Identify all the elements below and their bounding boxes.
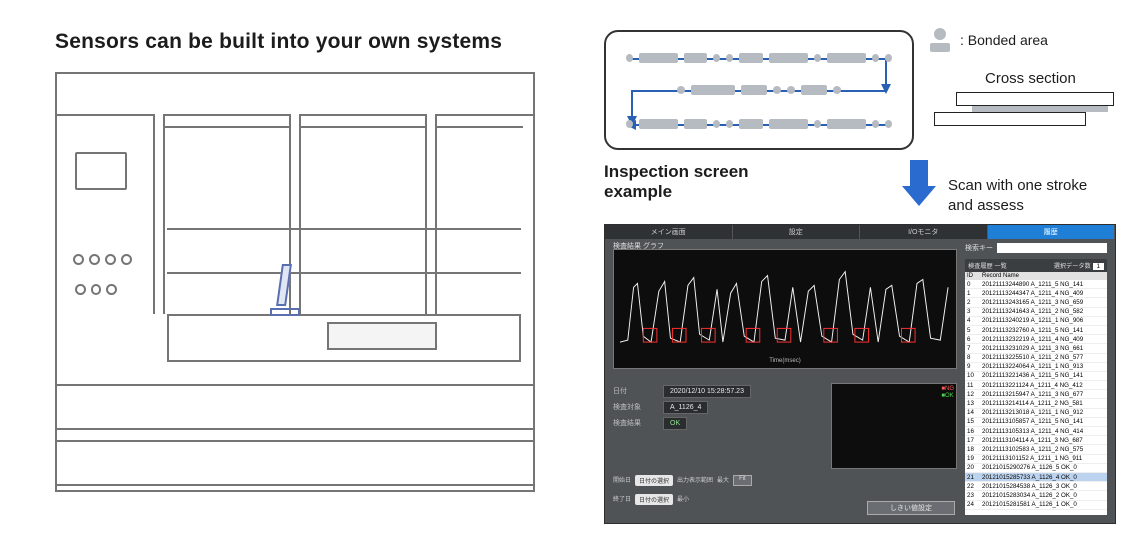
search-row: 検索キー [965,243,1107,253]
threshold-settings-button[interactable]: しきい値設定 [867,501,955,515]
target-value: A_1126_4 [663,401,708,414]
cross-section-diagram [934,92,1114,130]
list-row[interactable]: 920121113224064 A_1211_1 NG_913 [965,363,1107,372]
list-row[interactable]: 1420121113213018 A_1211_1 NG_912 [965,409,1107,418]
list-row[interactable]: 2320121015283034 A_1126_2 OK_0 [965,491,1107,500]
x-axis-label: Time(msec) [614,358,956,364]
inspection-meta: 日付2020/12/10 15:28:57.23 検査対象A_1126_4 検査… [613,383,823,431]
list-row[interactable]: 220121113243165 A_1211_3 NG_659 [965,298,1107,307]
bonded-area-icon [930,28,950,52]
tab-2[interactable]: I/Oモニタ [860,225,988,239]
down-arrow-icon [902,160,936,206]
list-row[interactable]: 720121113231029 A_1211_3 NG_661 [965,344,1107,353]
control-knobs-icon [75,284,117,302]
list-row[interactable]: 320121113241643 A_1211_2 NG_582 [965,308,1107,317]
list-row[interactable]: 1520121113105857 A_1211_5 NG_141 [965,418,1107,427]
fit-button-2[interactable]: Fit [733,475,752,486]
search-input[interactable] [997,243,1107,253]
page-title: Sensors can be built into your own syste… [55,30,570,54]
control-knobs-icon [73,254,133,272]
list-row[interactable]: 2220121015284538 A_1126_3 OK_0 [965,482,1107,491]
list-row[interactable]: 120121113244347 A_1211_4 NG_409 [965,289,1107,298]
tab-3[interactable]: 履歴 [988,225,1116,239]
list-row[interactable]: 420121113240219 A_1211_1 NG_906 [965,317,1107,326]
screen-tabs: メイン画面設定I/Oモニタ履歴 [605,225,1115,239]
list-row[interactable]: 620121113232219 A_1211_4 NG_409 [965,335,1107,344]
inspection-screen-label: Inspection screen example [604,162,749,202]
mini-chart: ■NG■OK [831,383,957,469]
robot-arm-icon [267,260,303,316]
history-list[interactable]: 検査履歴 一覧 選択データ数 1 ID Record Name 02012111… [965,259,1107,515]
legend-bonded-area: : Bonded area [930,28,1120,52]
hmi-panel-icon [75,152,127,190]
list-row[interactable]: 1020121113221436 A_1211_5 NG_141 [965,372,1107,381]
machine-illustration [55,72,535,492]
list-row[interactable]: 1220121113215947 A_1211_3 NG_677 [965,390,1107,399]
list-row[interactable]: 1920121113101152 A_1211_1 NG_911 [965,455,1107,464]
list-row[interactable]: 2420121015281581 A_1126_1 OK_0 [965,501,1107,510]
list-row[interactable]: 1620121113105313 A_1211_4 NG_414 [965,427,1107,436]
list-row[interactable]: 520121113232760 A_1211_5 NG_141 [965,326,1107,335]
scan-path-diagram [604,30,914,150]
list-row[interactable]: 1120121113221124 A_1211_4 NG_412 [965,381,1107,390]
tab-1[interactable]: 設定 [733,225,861,239]
list-row[interactable]: 820121113225510 A_1211_2 NG_577 [965,354,1107,363]
scan-instruction-label: Scan with one stroke and assess [948,176,1087,217]
legend-label: : Bonded area [960,32,1048,48]
list-row[interactable]: 1320121113214114 A_1211_2 NG_581 [965,399,1107,408]
list-row[interactable]: 2120121015285733 A_1126_4 OK_0 [965,473,1107,482]
end-date-picker[interactable]: 日付の選択 [635,494,673,505]
inspection-screen: メイン画面設定I/Oモニタ履歴 検査結果 グラフ Time(msec) [604,224,1116,524]
start-date-picker[interactable]: 日付の選択 [635,475,673,486]
date-value: 2020/12/10 15:28:57.23 [663,385,751,398]
list-row[interactable]: 1820121113102583 A_1211_2 NG_575 [965,445,1107,454]
tab-0[interactable]: メイン画面 [605,225,733,239]
list-row[interactable]: 1720121113104114 A_1211_3 NG_687 [965,436,1107,445]
list-row[interactable]: 2020121015290276 A_1126_5 OK_0 [965,464,1107,473]
list-row[interactable]: 020121113244890 A_1211_5 NG_141 [965,280,1107,289]
cross-section-label: Cross section [985,70,1076,87]
waveform-icon [620,258,950,346]
result-chart: Time(msec) [613,249,957,369]
result-value: OK [663,417,687,430]
